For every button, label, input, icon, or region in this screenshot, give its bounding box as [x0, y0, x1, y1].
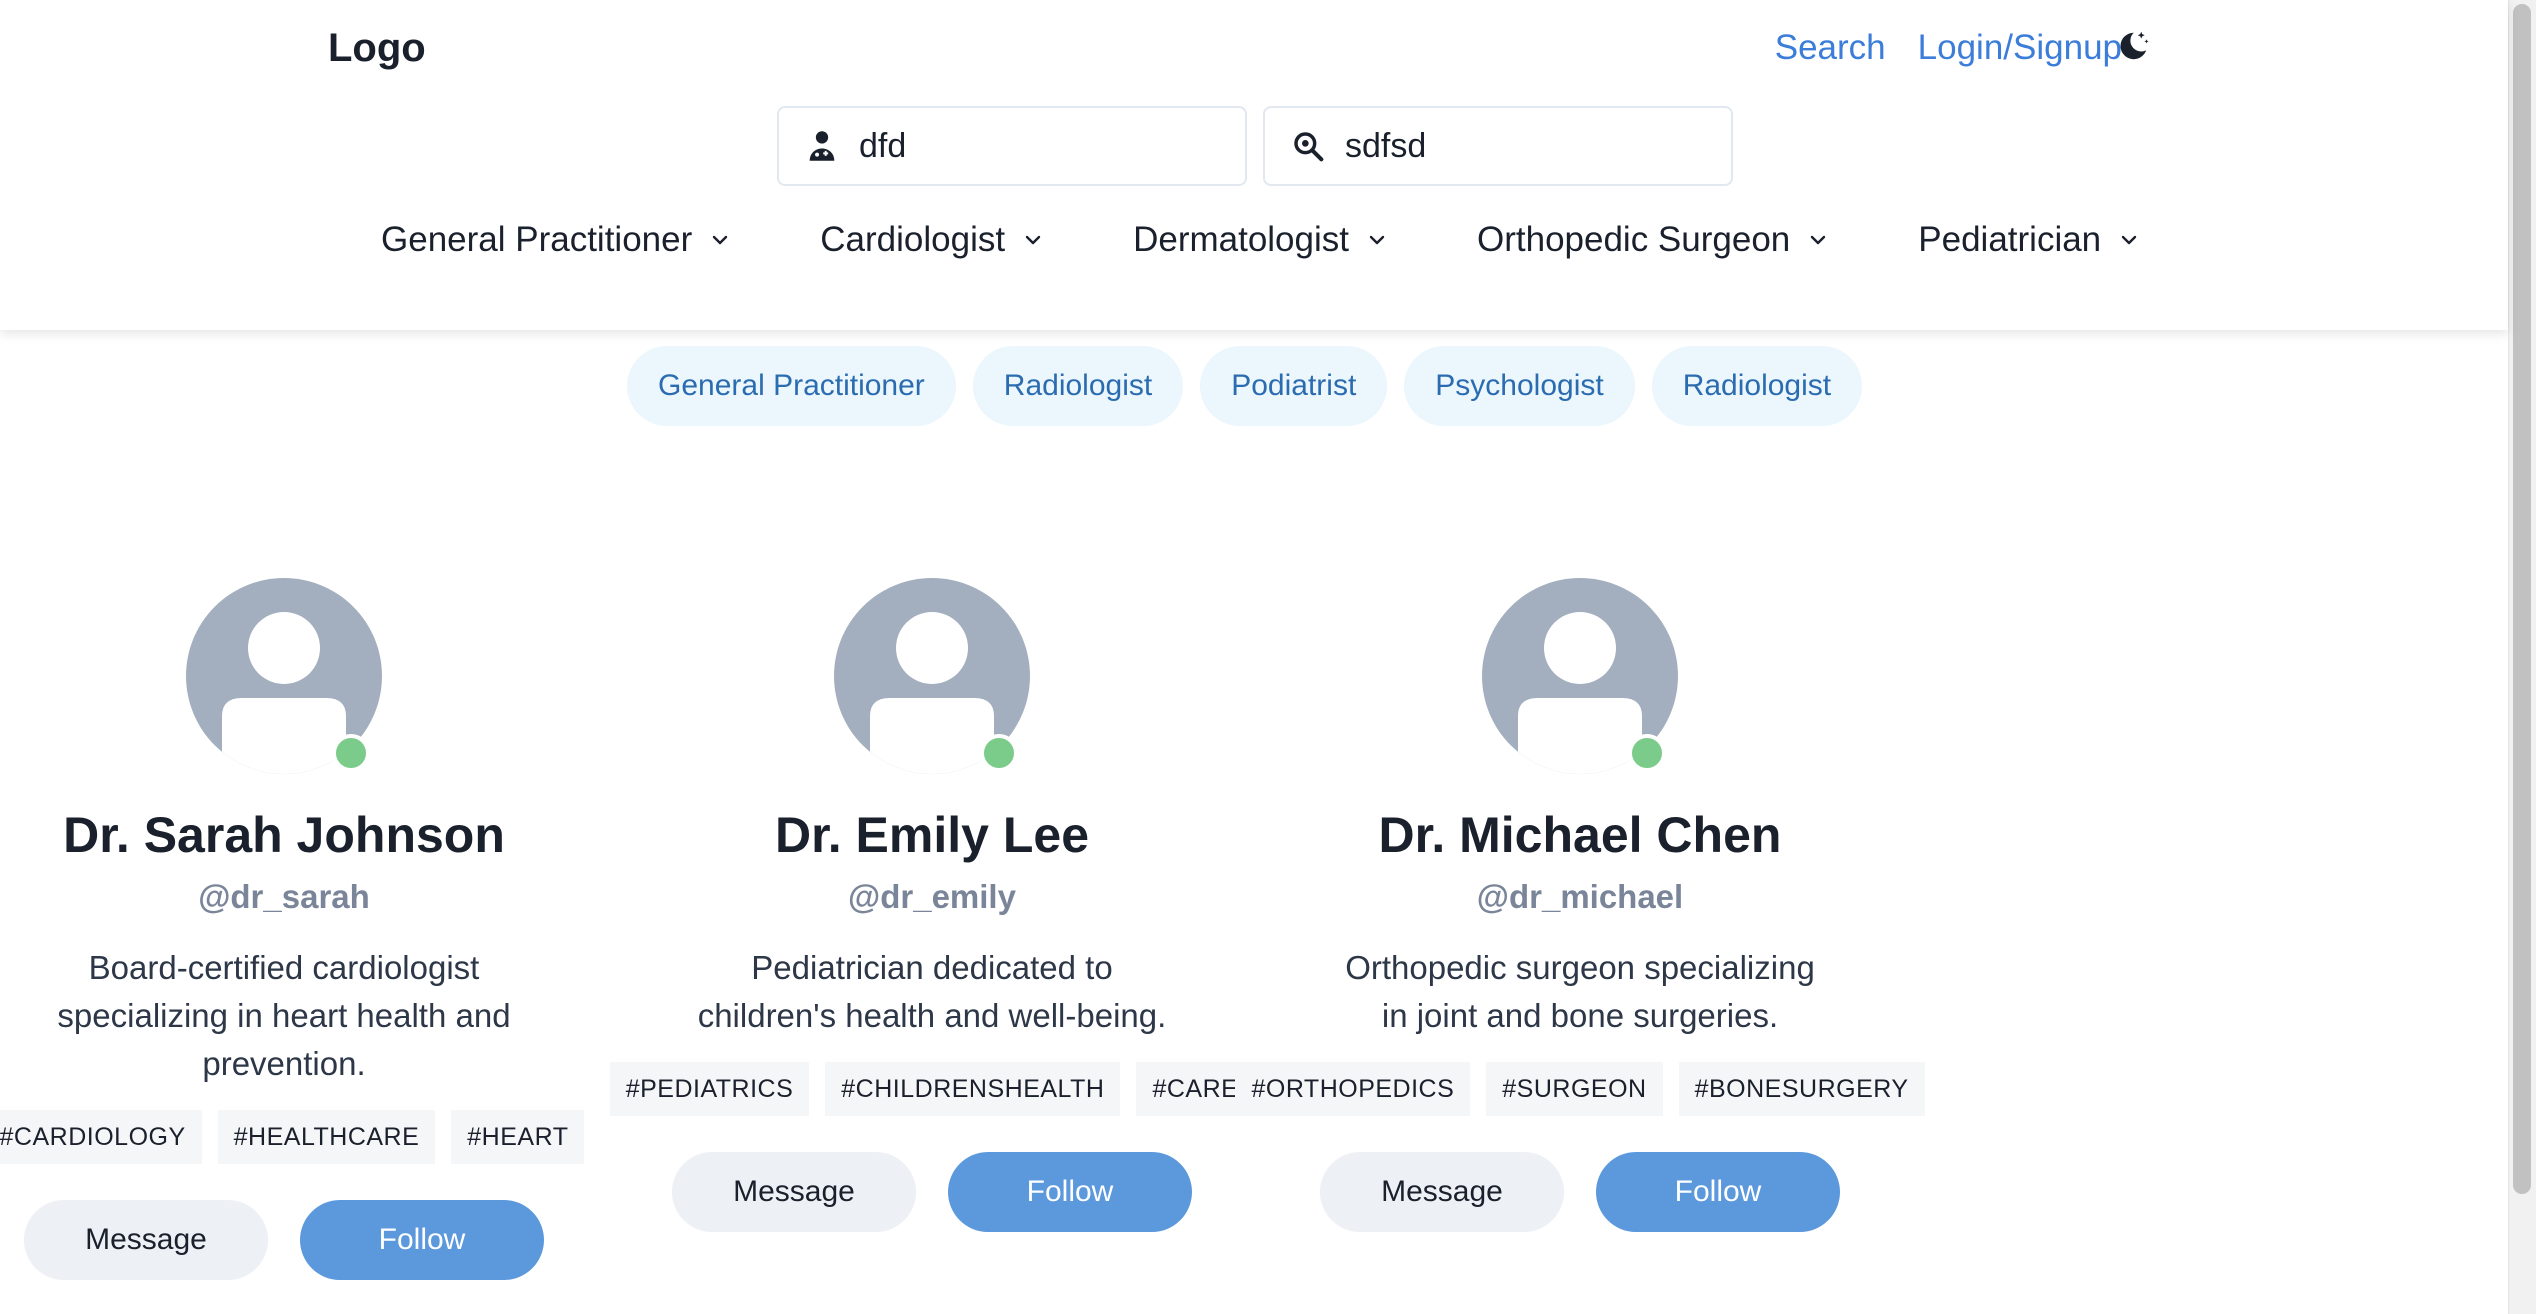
doctor-handle[interactable]: @dr_sarah [4, 878, 564, 916]
doctor-name: Dr. Michael Chen [1378, 807, 1782, 863]
online-status-indicator [1628, 734, 1666, 772]
avatar[interactable] [186, 578, 382, 774]
doctor-bio: Orthopedic surgeon specializing in joint… [1300, 944, 1860, 1040]
card-actions: Message Follow [4, 1200, 564, 1280]
doctor-handle[interactable]: @dr_emily [652, 878, 1212, 916]
card-actions: Message Follow [1300, 1152, 1860, 1232]
bio-line: Board-certified cardiologist [88, 949, 480, 986]
tag[interactable]: #HEALTHCARE [217, 1110, 436, 1164]
message-button[interactable]: Message [672, 1152, 916, 1232]
bio-line: Orthopedic surgeon specializing [1345, 949, 1815, 986]
theme-toggle-button[interactable] [2113, 26, 2153, 66]
doctor-name: Dr. Emily Lee [774, 807, 1090, 863]
pill-radiologist[interactable]: Radiologist [972, 346, 1184, 426]
category-label: Orthopedic Surgeon [1477, 220, 1791, 259]
tag[interactable]: #SURGEON [1486, 1062, 1663, 1116]
category-label: Dermatologist [1133, 220, 1349, 259]
message-button[interactable]: Message [1320, 1152, 1564, 1232]
message-button[interactable]: Message [24, 1200, 268, 1280]
magnifier-icon [1291, 129, 1325, 163]
follow-button[interactable]: Follow [1596, 1152, 1840, 1232]
avatar[interactable] [834, 578, 1030, 774]
category-label: General Practitioner [381, 220, 693, 259]
doctor-bio: Pediatrician dedicated to children's hea… [652, 944, 1212, 1040]
category-dermatologist[interactable]: Dermatologist [1133, 220, 1389, 260]
doctor-name: Dr. Sarah Johnson [63, 807, 505, 863]
category-cardiologist[interactable]: Cardiologist [820, 220, 1045, 260]
card-actions: Message Follow [652, 1152, 1212, 1232]
follow-button[interactable]: Follow [948, 1152, 1192, 1232]
pill-radiologist[interactable]: Radiologist [1651, 346, 1863, 426]
bio-line: Pediatrician dedicated to [751, 949, 1113, 986]
bio-line: prevention. [202, 1045, 366, 1082]
tag-list: #PEDIATRICS #CHILDRENSHEALTH #CARE [609, 1062, 1255, 1116]
doctor-card: Dr. Michael Chen @dr_michael Orthopedic … [1235, 578, 1925, 1232]
tag[interactable]: #BONESURGERY [1678, 1062, 1925, 1116]
search-link[interactable]: Search [1775, 28, 1886, 68]
tag[interactable]: #CARDIOLOGY [0, 1110, 202, 1164]
doctor-card: Dr. Sarah Johnson @dr_sarah Board-certif… [0, 578, 585, 1280]
online-status-indicator [980, 734, 1018, 772]
pill-general-practitioner[interactable]: General Practitioner [627, 346, 956, 426]
category-label: Pediatrician [1918, 220, 2102, 259]
tag-list: #CARDIOLOGY #HEALTHCARE #HEART [0, 1110, 585, 1164]
moon-sparkle-icon [2120, 31, 2149, 60]
tag-list: #ORTHOPEDICS #SURGEON #BONESURGERY [1235, 1062, 1925, 1116]
query-search-box[interactable] [1263, 106, 1733, 186]
bio-line: children's health and well-being. [697, 997, 1167, 1034]
chevron-down-icon [1367, 229, 1389, 251]
doctor-handle[interactable]: @dr_michael [1300, 878, 1860, 916]
category-label: Cardiologist [820, 220, 1006, 259]
search-row [777, 106, 1749, 186]
chevron-down-icon [1808, 229, 1830, 251]
chevron-down-icon [710, 229, 732, 251]
top-header: Logo Search Login/Signup dfd sdfsd Gener… [0, 0, 2508, 330]
category-pediatrician[interactable]: Pediatrician [1918, 220, 2141, 260]
doctor-bio: Board-certified cardiologist specializin… [4, 944, 564, 1088]
avatar[interactable] [1482, 578, 1678, 774]
tag[interactable]: #CHILDRENSHEALTH [825, 1062, 1121, 1116]
doctor-search-box[interactable] [777, 106, 1247, 186]
doctor-card: Dr. Emily Lee @dr_emily Pediatrician ded… [609, 578, 1255, 1232]
tag[interactable]: #HEART [451, 1110, 585, 1164]
bio-line: specializing in heart health and [57, 997, 511, 1034]
category-nav: General Practitioner Cardiologist Dermat… [381, 220, 2229, 260]
logo[interactable]: Logo [328, 26, 426, 71]
doctor-icon [805, 129, 839, 163]
follow-button[interactable]: Follow [300, 1200, 544, 1280]
online-status-indicator [332, 734, 370, 772]
doctor-search-input[interactable] [859, 126, 1219, 166]
tag[interactable]: #PEDIATRICS [609, 1062, 810, 1116]
top-links: Search Login/Signup [1743, 28, 2122, 68]
pill-psychologist[interactable]: Psychologist [1404, 346, 1635, 426]
category-general-practitioner[interactable]: General Practitioner [381, 220, 732, 260]
chevron-down-icon [1023, 229, 1045, 251]
scrollbar-thumb[interactable] [2513, 4, 2531, 1194]
login-signup-link[interactable]: Login/Signup [1918, 28, 2122, 68]
specialty-pills: General Practitioner Radiologist Podiatr… [627, 346, 1879, 426]
pill-podiatrist[interactable]: Podiatrist [1200, 346, 1388, 426]
category-orthopedic-surgeon[interactable]: Orthopedic Surgeon [1477, 220, 1830, 260]
bio-line: in joint and bone surgeries. [1381, 997, 1779, 1034]
tag[interactable]: #ORTHOPEDICS [1235, 1062, 1471, 1116]
query-search-input[interactable] [1345, 126, 1705, 166]
chevron-down-icon [2119, 229, 2141, 251]
